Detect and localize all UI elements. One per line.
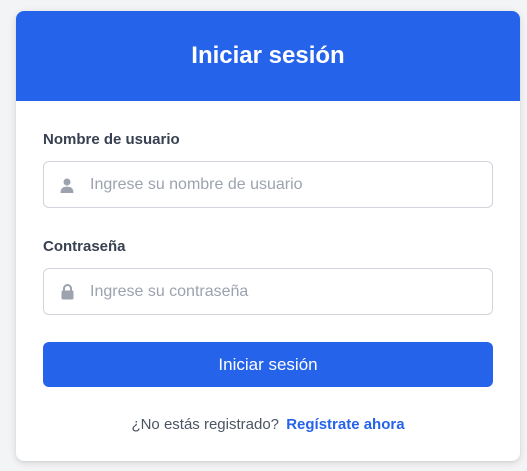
username-input[interactable] (44, 162, 492, 207)
password-input[interactable] (44, 269, 492, 314)
register-link[interactable]: Regístrate ahora (286, 416, 404, 433)
username-group: Nombre de usuario (43, 131, 493, 208)
register-prompt-text: ¿No estás registrado? (131, 416, 280, 433)
login-form: Nombre de usuario Contraseña (16, 101, 520, 433)
register-prompt-row: ¿No estás registrado? Regístrate ahora (43, 416, 493, 433)
password-group: Contraseña (43, 238, 493, 315)
username-field[interactable] (43, 161, 493, 208)
login-card: Iniciar sesión Nombre de usuario Contras… (16, 11, 520, 461)
password-field[interactable] (43, 268, 493, 315)
login-button[interactable]: Iniciar sesión (43, 342, 493, 387)
page-title: Iniciar sesión (191, 42, 345, 69)
password-label: Contraseña (43, 238, 126, 255)
username-label: Nombre de usuario (43, 131, 180, 148)
card-header: Iniciar sesión (16, 11, 520, 101)
